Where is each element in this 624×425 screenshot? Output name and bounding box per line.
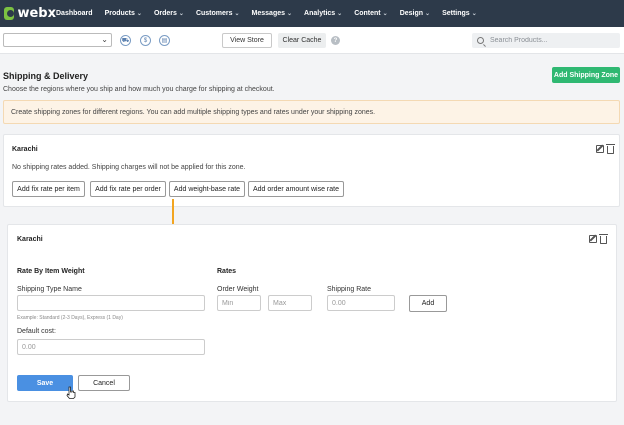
product-search xyxy=(472,33,620,48)
bag-logo-icon xyxy=(4,7,15,20)
add-fix-rate-per-order-button[interactable]: Add fix rate per order xyxy=(90,181,166,197)
trash-icon[interactable] xyxy=(606,144,615,154)
cancel-button[interactable]: Cancel xyxy=(78,375,130,391)
add-rate-button[interactable]: Add xyxy=(409,295,447,312)
zone-card-actions xyxy=(593,144,615,154)
brand-name: webx xyxy=(17,6,56,21)
edit-icon[interactable] xyxy=(589,235,597,243)
shipping-rate-input[interactable] xyxy=(327,295,395,311)
nav-item-orders[interactable]: Orders ⌄ xyxy=(154,10,184,17)
add-weight-base-rate-button[interactable]: Add weight-base rate xyxy=(169,181,245,197)
min-weight-input[interactable] xyxy=(217,295,261,311)
add-order-amount-wise-rate-button[interactable]: Add order amount wise rate xyxy=(248,181,344,197)
chevron-down-icon: ⌄ xyxy=(471,11,477,17)
nav-item-label: Settings xyxy=(442,10,470,17)
top-navigation-bar: webx Dashboard Products ⌄ Orders ⌄ Customers ⌄… xyxy=(0,0,624,27)
nav-item-label: Orders xyxy=(153,10,177,17)
order-weight-label: Order Weight xyxy=(217,286,259,293)
shipping-type-name-input[interactable] xyxy=(17,295,205,311)
default-cost-label: Default cost: xyxy=(17,328,56,335)
main-menu: Dashboard Products ⌄ Orders ⌄ Customers ⌄ Messa… xyxy=(56,10,489,17)
clear-cache-button[interactable]: Clear Cache xyxy=(278,33,326,48)
brand-logo[interactable]: webx xyxy=(4,6,56,21)
shipping-rate-label: Shipping Rate xyxy=(327,286,371,293)
view-store-button[interactable]: View Store xyxy=(222,33,272,48)
page-title: Shipping & Delivery xyxy=(3,71,89,81)
nav-item-messages[interactable]: Messages ⌄ xyxy=(252,10,293,17)
page-subtitle: Choose the regions where you ship and ho… xyxy=(3,86,275,93)
nav-item-settings[interactable]: Settings ⌄ xyxy=(442,10,477,17)
search-icon xyxy=(477,37,484,44)
secondary-toolbar: ⌄ ⛟ $ ▤ View Store Clear Cache ? xyxy=(0,27,624,54)
zone-empty-note: No shipping rates added. Shipping charge… xyxy=(12,164,246,171)
edit-icon[interactable] xyxy=(596,145,604,153)
shipping-type-name-label: Shipping Type Name xyxy=(17,286,82,293)
nav-item-products[interactable]: Products ⌄ xyxy=(105,10,142,17)
receipt-icon[interactable]: ▤ xyxy=(159,35,170,46)
nav-item-label: Dashboard xyxy=(56,10,93,17)
help-icon[interactable]: ? xyxy=(331,36,340,45)
nav-item-analytics[interactable]: Analytics ⌄ xyxy=(304,10,342,17)
save-button[interactable]: Save xyxy=(17,375,73,391)
chevron-down-icon: ⌄ xyxy=(287,11,293,17)
store-select-dropdown[interactable]: ⌄ xyxy=(3,33,112,47)
form-zone-title: Karachi xyxy=(17,236,43,243)
info-banner: Create shipping zones for different regi… xyxy=(3,100,620,124)
info-banner-text: Create shipping zones for different regi… xyxy=(11,108,376,116)
max-weight-input[interactable] xyxy=(268,295,312,311)
cart-icon[interactable]: ⛟ xyxy=(120,35,131,46)
dollar-icon[interactable]: $ xyxy=(140,35,151,46)
add-shipping-zone-button[interactable]: Add Shipping Zone xyxy=(552,67,620,83)
hand-pointer-cursor-icon xyxy=(66,386,76,399)
add-fix-rate-per-item-button[interactable]: Add fix rate per item xyxy=(12,181,85,197)
chevron-down-icon: ⌄ xyxy=(337,11,343,17)
trash-icon[interactable] xyxy=(599,234,608,244)
nav-item-customers[interactable]: Customers ⌄ xyxy=(196,10,240,17)
chevron-down-icon: ⌄ xyxy=(101,35,108,44)
chevron-down-icon: ⌄ xyxy=(382,11,388,17)
chevron-down-icon: ⌄ xyxy=(136,11,142,17)
rates-heading: Rates xyxy=(217,268,237,275)
form-card-actions xyxy=(586,234,608,244)
nav-item-dashboard[interactable]: Dashboard xyxy=(56,10,93,17)
nav-item-content[interactable]: Content ⌄ xyxy=(354,10,387,17)
nav-item-label: Messages xyxy=(251,10,286,17)
nav-item-label: Products xyxy=(104,10,135,17)
search-input[interactable] xyxy=(490,37,610,44)
chevron-down-icon: ⌄ xyxy=(178,11,184,17)
zone-title: Karachi xyxy=(12,146,38,153)
nav-item-label: Design xyxy=(399,10,424,17)
chevron-down-icon: ⌄ xyxy=(425,11,431,17)
chevron-down-icon: ⌄ xyxy=(234,11,240,17)
shipping-type-name-hint: Example: Standard (2-3 Days), Express (1… xyxy=(17,315,123,321)
shipping-zone-card: Karachi No shipping rates added. Shippin… xyxy=(3,134,620,207)
nav-item-design[interactable]: Design ⌄ xyxy=(400,10,430,17)
rate-by-item-weight-heading: Rate By Item Weight xyxy=(17,268,85,275)
default-cost-input[interactable] xyxy=(17,339,205,355)
nav-item-label: Customers xyxy=(195,10,233,17)
nav-item-label: Analytics xyxy=(304,10,336,17)
nav-item-label: Content xyxy=(354,10,381,17)
